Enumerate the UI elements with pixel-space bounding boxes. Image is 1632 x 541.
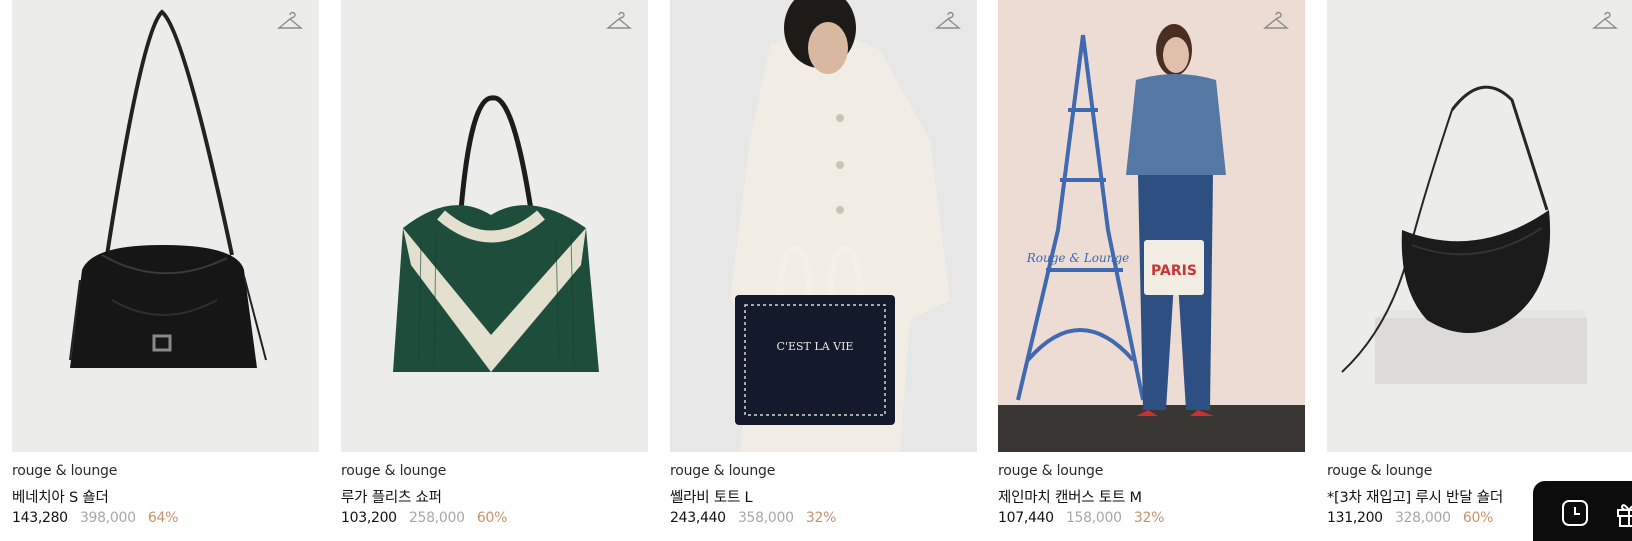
product-name[interactable]: 베네치아 S 숄더	[12, 486, 109, 507]
product-name[interactable]: 루가 플리츠 쇼퍼	[341, 486, 442, 507]
original-price: 398,000	[79, 510, 136, 526]
product-name[interactable]: 쎌라비 토트 L	[670, 486, 753, 507]
product-card[interactable]: Rouge & Lounge PARIS rouge & lounge 제인마치…	[998, 0, 1305, 531]
brand-label[interactable]: rouge & lounge	[341, 463, 446, 479]
floating-dock	[1533, 481, 1632, 541]
product-card[interactable]: C'EST LA VIE rouge & lounge 쎌라비 토트 L 243…	[670, 0, 977, 531]
price-row: 243,440 358,000 32%	[670, 510, 836, 526]
product-image[interactable]	[1327, 0, 1632, 452]
hanger-icon[interactable]	[277, 8, 303, 34]
product-name[interactable]: *[3차 재입고] 루시 반달 숄더	[1327, 486, 1503, 507]
hanger-icon[interactable]	[935, 8, 961, 34]
discount-rate: 60%	[476, 510, 508, 526]
svg-text:PARIS: PARIS	[1151, 263, 1197, 279]
product-image[interactable]: C'EST LA VIE	[670, 0, 977, 452]
original-price: 258,000	[408, 510, 465, 526]
discount-rate: 64%	[147, 510, 179, 526]
sale-price: 107,440	[998, 510, 1054, 526]
brand-label[interactable]: rouge & lounge	[998, 463, 1103, 479]
hanger-icon[interactable]	[1263, 8, 1289, 34]
sale-price: 143,280	[12, 510, 68, 526]
clock-icon[interactable]	[1559, 497, 1591, 529]
svg-text:Rouge & Lounge: Rouge & Lounge	[1026, 251, 1130, 265]
discount-rate: 32%	[805, 510, 837, 526]
discount-rate: 32%	[1133, 510, 1165, 526]
original-price: 158,000	[1065, 510, 1122, 526]
brand-label[interactable]: rouge & lounge	[12, 463, 117, 479]
sale-price: 131,200	[1327, 510, 1383, 526]
sale-price: 103,200	[341, 510, 397, 526]
original-price: 358,000	[737, 510, 794, 526]
brand-label[interactable]: rouge & lounge	[1327, 463, 1432, 479]
product-card[interactable]: rouge & lounge 루가 플리츠 쇼퍼 103,200 258,000…	[341, 0, 648, 531]
product-card[interactable]: rouge & lounge *[3차 재입고] 루시 반달 숄더 131,20…	[1327, 0, 1632, 531]
svg-text:C'EST LA VIE: C'EST LA VIE	[777, 340, 854, 353]
product-image[interactable]: Rouge & Lounge PARIS	[998, 0, 1305, 452]
gift-icon[interactable]	[1613, 497, 1632, 529]
price-row: 143,280 398,000 64%	[12, 510, 178, 526]
price-row: 103,200 258,000 60%	[341, 510, 507, 526]
price-row: 107,440 158,000 32%	[998, 510, 1164, 526]
product-name[interactable]: 제인마치 캔버스 토트 M	[998, 486, 1142, 507]
sale-price: 243,440	[670, 510, 726, 526]
brand-label[interactable]: rouge & lounge	[670, 463, 775, 479]
hanger-icon[interactable]	[606, 8, 632, 34]
product-card[interactable]: rouge & lounge 베네치아 S 숄더 143,280 398,000…	[12, 0, 319, 531]
original-price: 328,000	[1394, 510, 1451, 526]
product-image[interactable]	[341, 0, 648, 452]
hanger-icon[interactable]	[1592, 8, 1618, 34]
price-row: 131,200 328,000 60%	[1327, 510, 1493, 526]
product-image[interactable]	[12, 0, 319, 452]
discount-rate: 60%	[1462, 510, 1494, 526]
product-grid: rouge & lounge 베네치아 S 숄더 143,280 398,000…	[12, 0, 1632, 531]
